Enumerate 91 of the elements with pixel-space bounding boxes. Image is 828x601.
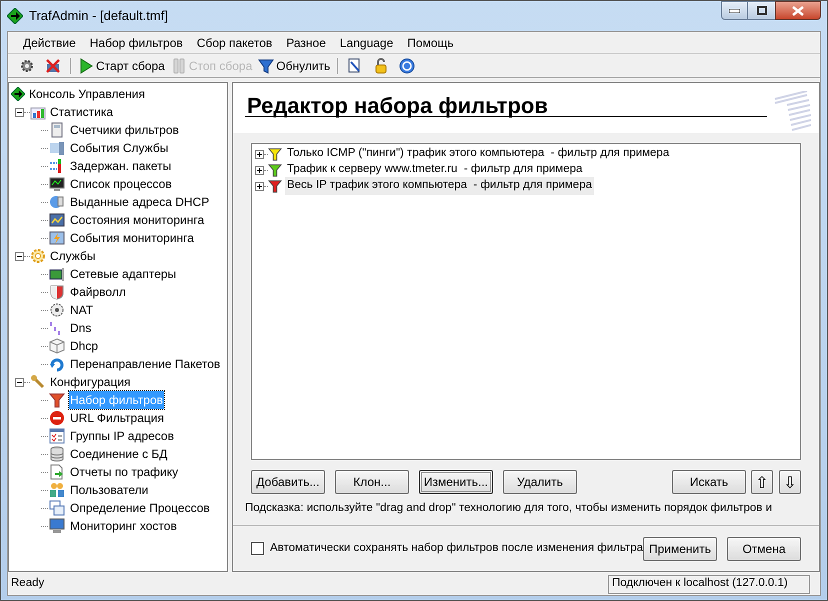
- tree-item[interactable]: Список процессов: [69, 175, 173, 193]
- tree-item[interactable]: Пользователи: [69, 481, 150, 499]
- funnel-icon: [258, 58, 274, 74]
- network-card-icon: [49, 266, 65, 282]
- filter-item[interactable]: Трафик к серверу www.tmeter.ru - фильтр для примера: [284, 161, 584, 179]
- tree-item[interactable]: Отчеты по трафику: [69, 463, 180, 481]
- app-logo-icon: [7, 8, 23, 24]
- tree-item[interactable]: Службы: [50, 247, 96, 265]
- menu-item[interactable]: Набор фильтров: [82, 32, 190, 52]
- filter-item[interactable]: Весь IP трафик этого компьютера - фильтр для примера: [284, 177, 594, 195]
- action-button[interactable]: Добавить...: [250, 470, 325, 494]
- tree-item[interactable]: URL Фильтрация: [69, 409, 165, 427]
- cancel-button[interactable]: Отмена: [727, 536, 801, 560]
- tree-item[interactable]: События мониторинга: [69, 229, 195, 247]
- autosave-checkbox[interactable]: [250, 542, 264, 555]
- database-icon: [49, 446, 65, 462]
- apply-button[interactable]: Применить: [643, 536, 717, 560]
- tree-item[interactable]: Dns: [69, 319, 92, 337]
- pause-icon: [170, 58, 187, 74]
- autosave-label: Автоматически сохранять набор фильтров после изменения фильтра: [270, 540, 643, 556]
- lightning-window-icon: [49, 230, 65, 246]
- search-button[interactable]: Искать: [672, 470, 746, 494]
- window-title: TrafAdmin - [default.tmf]: [29, 7, 168, 26]
- hint-text: Подсказка: используйте "drag and drop" технологию для того, чтобы изменить порядок фильтров и: [244, 500, 774, 516]
- tree-item[interactable]: Выданные адреса DHCP: [69, 193, 210, 211]
- maximize-button[interactable]: [748, 1, 775, 20]
- tree-item[interactable]: Определение Процессов: [69, 499, 211, 517]
- toolbar-button[interactable]: Старт сбора: [77, 56, 166, 76]
- network-cross-icon: [45, 58, 61, 74]
- help-icon: [399, 58, 416, 74]
- tree-item[interactable]: Конфигурация: [50, 373, 131, 391]
- tree-item[interactable]: NAT: [69, 301, 94, 319]
- action-button[interactable]: Изменить...: [418, 470, 493, 494]
- collapse-toggle[interactable]: [15, 108, 24, 116]
- action-button[interactable]: Клон...: [334, 470, 409, 494]
- tree-item[interactable]: Соединение с БД: [69, 445, 168, 463]
- gears-icon: [49, 302, 65, 318]
- menu-item[interactable]: Language: [332, 32, 400, 52]
- connection-status: Подключен к localhost (127.0.0.1): [608, 574, 810, 594]
- chart-window-icon: [49, 212, 65, 228]
- funnel-icon: [49, 392, 65, 408]
- filter-item[interactable]: Только ICMP ("пинги") трафик этого компьютера - фильтр для примера: [284, 145, 672, 163]
- cube-icon: [49, 338, 65, 354]
- maximize-icon: [756, 6, 766, 15]
- menu-item[interactable]: Разное: [279, 32, 333, 52]
- people-icon: [49, 482, 65, 498]
- toolbar-button[interactable]: Обнулить: [257, 56, 332, 76]
- tree-item[interactable]: Мониторинг хостов: [69, 517, 178, 535]
- wrench-icon: [30, 374, 46, 390]
- tree-item[interactable]: Консоль Управления: [29, 85, 145, 103]
- collapse-toggle[interactable]: [15, 252, 24, 260]
- play-icon: [78, 58, 94, 74]
- tree-item[interactable]: Перенаправление Пакетов: [69, 355, 222, 373]
- shield-icon: [49, 284, 65, 300]
- tree-item[interactable]: Статистика: [50, 103, 114, 121]
- circular-arrow-icon: [49, 356, 65, 372]
- expand-toggle[interactable]: [254, 182, 264, 190]
- expand-toggle[interactable]: [254, 150, 264, 158]
- document-arrow-icon: [49, 464, 65, 480]
- tree-item[interactable]: Группы IP адресов: [69, 427, 175, 445]
- minimize-icon: [729, 8, 740, 12]
- move-down-button[interactable]: ⇩: [779, 470, 801, 494]
- move-up-button[interactable]: ⇧: [751, 470, 773, 494]
- checklist-icon: [49, 428, 65, 444]
- expand-toggle[interactable]: [254, 166, 264, 174]
- tree-item[interactable]: Счетчики фильтров: [69, 121, 180, 139]
- tree-item[interactable]: Задержан. пакеты: [69, 157, 172, 175]
- close-button[interactable]: [775, 1, 821, 20]
- computer-icon: [49, 140, 65, 156]
- tree-item[interactable]: События Службы: [69, 139, 170, 157]
- tree-item[interactable]: Сетевые адаптеры: [69, 265, 178, 283]
- windows-icon: [49, 500, 65, 516]
- diamond-arrow-icon: [11, 87, 25, 101]
- calculator-icon: [49, 122, 65, 138]
- gear-icon: [30, 248, 46, 264]
- stop-sign-icon: [49, 410, 65, 426]
- collapse-toggle[interactable]: [15, 378, 24, 386]
- menu-item[interactable]: Действие: [16, 32, 83, 52]
- action-button[interactable]: Удалить: [502, 470, 577, 494]
- padlock-icon: [373, 58, 390, 74]
- gear-icon: [19, 58, 35, 74]
- logo-watermark-icon: [773, 91, 811, 133]
- tree-item[interactable]: Состояния мониторинга: [69, 211, 206, 229]
- editor-title: Редактор набора фильтров: [246, 92, 548, 120]
- status-text: Ready: [11, 576, 44, 592]
- tree-item[interactable]: Dhcp: [69, 337, 100, 355]
- menu-item[interactable]: Помощь: [400, 32, 461, 52]
- menu-item[interactable]: Сбор пакетов: [190, 32, 280, 52]
- close-icon: [792, 6, 804, 16]
- minimize-button[interactable]: [721, 1, 748, 20]
- tree-item[interactable]: Файрволл: [69, 283, 127, 301]
